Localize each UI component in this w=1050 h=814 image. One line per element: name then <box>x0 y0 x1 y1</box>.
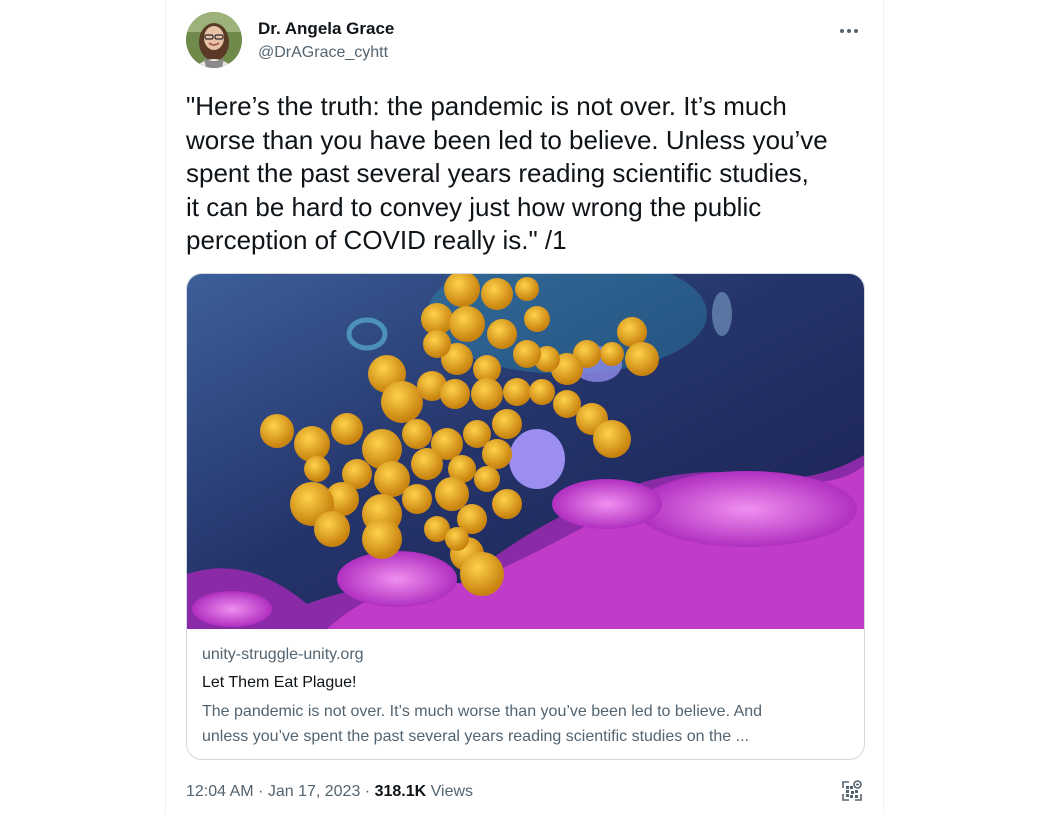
tweet-text: "Here’s the truth: the pandemic is not o… <box>186 91 828 255</box>
tweet-header: Dr. Angela Grace @DrAGrace_cyhtt <box>186 12 866 72</box>
more-dots-icon <box>840 29 858 33</box>
views-count: 318.1K <box>374 783 427 800</box>
qr-code-view-icon <box>842 780 862 801</box>
author-display-name[interactable]: Dr. Angela Grace <box>258 18 394 40</box>
card-body: unity-struggle-unity.org Let Them Eat Pl… <box>202 643 852 749</box>
profile-photo-icon <box>186 12 242 68</box>
tweet-date[interactable]: Jan 17, 2023 <box>268 783 361 800</box>
author-names: Dr. Angela Grace @DrAGrace_cyhtt <box>258 18 394 64</box>
card-image[interactable] <box>187 274 864 629</box>
avatar[interactable] <box>186 12 242 68</box>
link-card[interactable]: unity-struggle-unity.org Let Them Eat Pl… <box>186 273 865 760</box>
card-description-line: unless you’ve spent the past several yea… <box>202 728 749 745</box>
meta-separator: · <box>253 783 268 800</box>
tweet-column: Dr. Angela Grace @DrAGrace_cyhtt "Here’s… <box>165 0 884 814</box>
card-description: The pandemic is not over. It’s much wors… <box>202 699 852 749</box>
card-description-line: The pandemic is not over. It’s much wors… <box>202 703 763 720</box>
card-domain: unity-struggle-unity.org <box>202 646 364 663</box>
tweet-time[interactable]: 12:04 AM <box>186 783 254 800</box>
views-label: Views <box>430 783 474 800</box>
meta-separator: · <box>360 783 375 800</box>
tweet-meta: 12:04 AM · Jan 17, 2023 · 318.1K Views <box>186 779 473 805</box>
view-analytics-button[interactable] <box>839 778 865 804</box>
virus-micrograph-image-icon <box>187 274 864 629</box>
more-options-button[interactable] <box>832 16 866 46</box>
card-title: Let Them Eat Plague! <box>202 674 357 691</box>
author-handle[interactable]: @DrAGrace_cyhtt <box>258 42 394 64</box>
